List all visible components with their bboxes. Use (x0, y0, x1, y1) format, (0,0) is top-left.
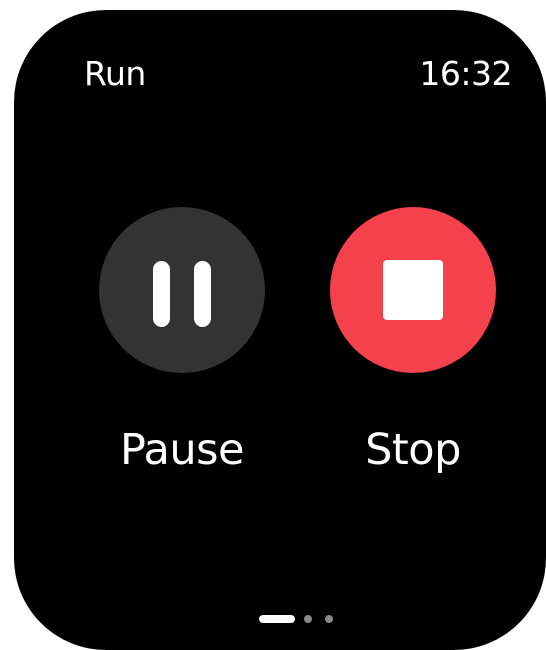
stop-button[interactable] (330, 207, 496, 373)
page-indicator (259, 612, 345, 626)
stop-control: Stop (328, 207, 498, 475)
watch-screen: Run 16:32 Pause Stop (14, 10, 546, 650)
app-title: Run (84, 54, 146, 93)
pause-bar-right (194, 261, 211, 327)
pause-label: Pause (120, 425, 244, 475)
pause-button[interactable] (99, 207, 265, 373)
stop-icon (383, 260, 443, 320)
pause-bar-left (153, 261, 170, 327)
stop-label: Stop (365, 425, 461, 475)
page-indicator-dot (325, 615, 333, 623)
pause-control: Pause (97, 207, 267, 475)
page-indicator-active (259, 615, 295, 623)
page-indicator-dot (304, 615, 312, 623)
clock-time: 16:32 (419, 54, 512, 93)
